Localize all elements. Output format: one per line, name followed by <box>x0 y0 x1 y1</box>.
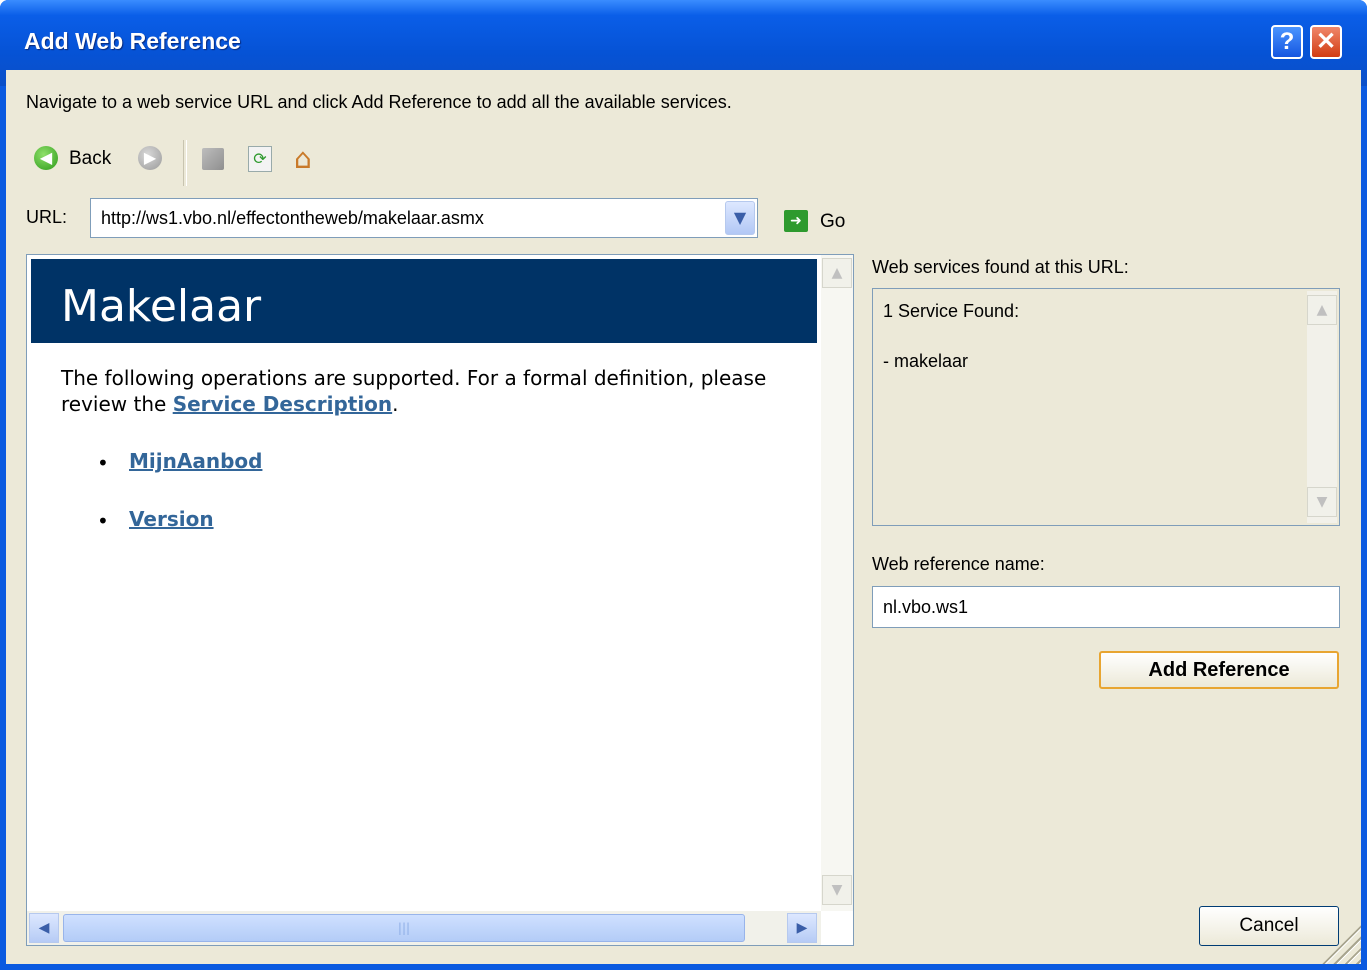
service-browser-pane: Makelaar The following operations are su… <box>26 254 854 946</box>
url-label: URL: <box>26 207 68 227</box>
cancel-button[interactable]: Cancel <box>1199 906 1339 946</box>
scroll-down-icon[interactable]: ▼ <box>1307 487 1337 517</box>
services-scrollbar[interactable]: ▲ ▼ <box>1307 291 1337 523</box>
scroll-up-icon[interactable]: ▲ <box>822 258 852 288</box>
bullet: • <box>97 509 109 533</box>
help-button[interactable]: ? <box>1271 25 1303 59</box>
browser-horizontal-scrollbar[interactable]: ◀ ||| ▶ <box>27 911 821 945</box>
scroll-down-icon[interactable]: ▼ <box>822 875 852 905</box>
services-found-box[interactable]: 1 Service Found: - makelaar ▲ ▼ <box>872 288 1340 526</box>
intro-text: The following operations are supported. … <box>61 366 767 416</box>
close-button[interactable]: ✕ <box>1310 25 1342 59</box>
instruction-text: Navigate to a web service URL and click … <box>26 92 732 112</box>
stop-icon[interactable] <box>202 148 224 170</box>
forward-arrow-icon[interactable]: ▶ <box>138 146 162 170</box>
toolbar-separator <box>183 140 187 186</box>
window-title: Add Web Reference <box>24 28 241 54</box>
chevron-down-icon[interactable]: ▼ <box>725 201 755 235</box>
intro-period: . <box>392 392 399 416</box>
bullet: • <box>97 451 109 475</box>
page-title: Makelaar <box>61 281 262 332</box>
page-intro: The following operations are supported. … <box>61 365 801 417</box>
back-label: Back <box>69 148 112 169</box>
service-description-link[interactable]: Service Description <box>173 392 392 416</box>
home-icon[interactable]: ⌂ <box>294 142 312 175</box>
services-count: 1 Service Found: <box>883 301 1020 321</box>
dialog-body: Navigate to a web service URL and click … <box>6 70 1361 964</box>
scroll-up-icon[interactable]: ▲ <box>1307 295 1337 325</box>
operation-link-mijnaanbod[interactable]: MijnAanbod <box>129 449 262 473</box>
add-reference-button[interactable]: Add Reference <box>1099 651 1339 689</box>
scroll-right-icon[interactable]: ▶ <box>787 913 817 943</box>
reference-name-label: Web reference name: <box>872 554 1045 574</box>
reference-name-input[interactable] <box>872 586 1340 628</box>
back-button[interactable]: ◀ Back <box>26 140 126 176</box>
operation-link-version[interactable]: Version <box>129 507 214 531</box>
url-combobox[interactable]: http://ws1.vbo.nl/effectontheweb/makelaa… <box>90 198 758 238</box>
back-arrow-icon: ◀ <box>34 146 58 170</box>
url-input[interactable]: http://ws1.vbo.nl/effectontheweb/makelaa… <box>101 208 484 229</box>
add-web-reference-dialog: Add Web Reference ? ✕ Navigate to a web … <box>0 0 1367 970</box>
go-label: Go <box>820 211 846 232</box>
browser-vertical-scrollbar[interactable]: ▲ ▼ <box>821 255 853 911</box>
page-banner: Makelaar <box>31 259 817 343</box>
service-item: - makelaar <box>883 351 969 371</box>
scroll-left-icon[interactable]: ◀ <box>29 913 59 943</box>
services-found-label: Web services found at this URL: <box>872 257 1129 277</box>
scroll-thumb[interactable]: ||| <box>63 914 745 942</box>
go-arrow-icon: ➜ <box>784 210 808 232</box>
refresh-icon[interactable]: ⟳ <box>248 146 272 172</box>
